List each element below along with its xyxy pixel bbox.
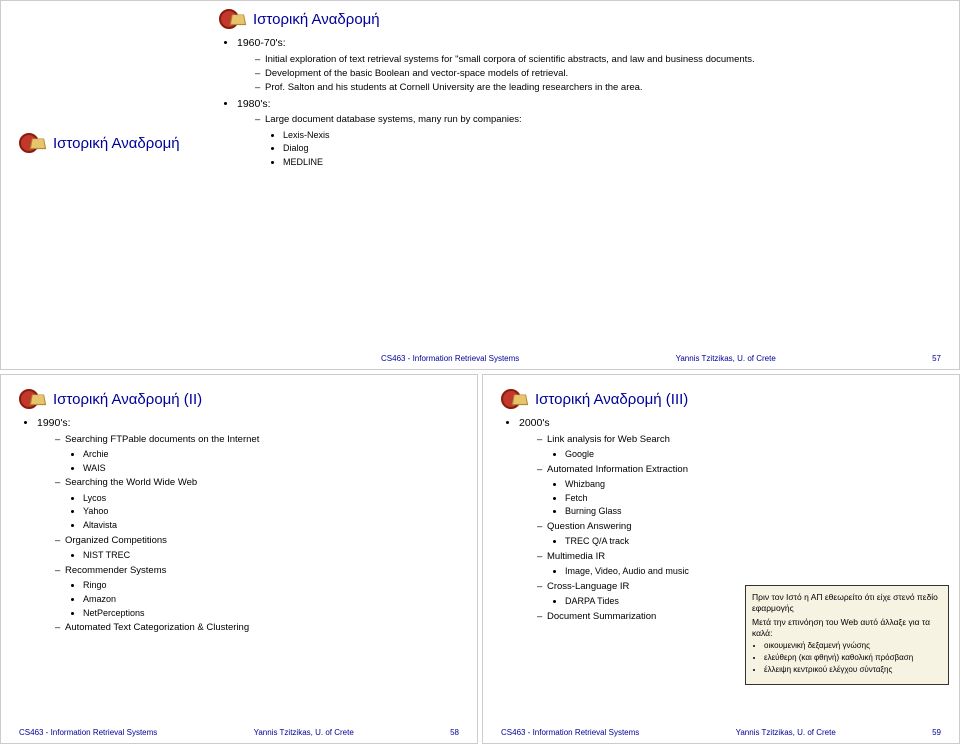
list-item: Prof. Salton and his students at Cornell… xyxy=(255,82,941,94)
slide-title-text: Ιστορική Αναδρομή (III) xyxy=(535,391,688,408)
list-item: Initial exploration of text retrieval sy… xyxy=(255,54,941,66)
list-item: Lexis-Nexis xyxy=(283,130,941,142)
page-number: 57 xyxy=(932,354,941,363)
book-icon xyxy=(19,387,45,411)
list-item: Altavista xyxy=(83,520,459,532)
list-item: Searching FTPable documents on the Inter… xyxy=(55,434,459,475)
callout-box: Πριν τον Ιστό η ΑΠ εθεωρείτο ότι είχε στ… xyxy=(745,585,949,685)
list-item: Lycos xyxy=(83,493,459,505)
list-item: Automated Text Categorization & Clusteri… xyxy=(55,622,459,634)
book-icon xyxy=(219,7,245,31)
list-item: MEDLINE xyxy=(283,157,941,169)
footer-left: CS463 - Information Retrieval Systems xyxy=(381,354,519,363)
list-item: Development of the basic Boolean and vec… xyxy=(255,68,941,80)
list-item: Automated Information Extraction Whizban… xyxy=(537,464,941,518)
list-item: Large document database systems, many ru… xyxy=(255,114,941,168)
list-item: Dialog xyxy=(283,143,941,155)
slide-footer: CS463 - Information Retrieval Systems Ya… xyxy=(381,354,941,363)
slide-footer: CS463 - Information Retrieval Systems Ya… xyxy=(19,728,459,737)
slide-title: Ιστορική Αναδρομή (II) xyxy=(19,387,459,411)
list-item: Image, Video, Audio and music xyxy=(565,566,941,578)
page-number: 59 xyxy=(932,728,941,737)
heading-1980: 1980's: Large document database systems,… xyxy=(237,98,941,169)
callout-item: οικουμενική δεξαμενή γνώσης xyxy=(764,641,942,651)
list-item: Archie xyxy=(83,449,459,461)
list-item: Fetch xyxy=(565,493,941,505)
slide-title: Ιστορική Αναδρομή (III) xyxy=(501,387,941,411)
list-item: Google xyxy=(565,449,941,461)
list-item: Organized Competitions NIST TREC xyxy=(55,535,459,562)
heading-1990: 1990's: Searching FTPable documents on t… xyxy=(37,417,459,635)
heading-1960: 1960-70's: Initial exploration of text r… xyxy=(237,37,941,95)
list-item: Yahoo xyxy=(83,506,459,518)
footer-left: CS463 - Information Retrieval Systems xyxy=(19,728,157,737)
list-item: Whizbang xyxy=(565,479,941,491)
list-item: NIST TREC xyxy=(83,550,459,562)
list-item: Question Answering TREC Q/A track xyxy=(537,521,941,548)
callout-item: έλλειψη κεντρικού ελέγχου σύνταξης xyxy=(764,665,942,675)
footer-center: Yannis Tzitzikas, U. of Crete xyxy=(254,728,354,737)
footer-left: CS463 - Information Retrieval Systems xyxy=(501,728,639,737)
footer-center: Yannis Tzitzikas, U. of Crete xyxy=(736,728,836,737)
list-item: WAIS xyxy=(83,463,459,475)
book-icon xyxy=(19,131,45,155)
slide-footer: CS463 - Information Retrieval Systems Ya… xyxy=(501,728,941,737)
callout-p1: Πριν τον Ιστό η ΑΠ εθεωρείτο ότι είχε στ… xyxy=(752,592,942,613)
list-item: Multimedia IR Image, Video, Audio and mu… xyxy=(537,551,941,578)
list-item: Amazon xyxy=(83,594,459,606)
list-item: Recommender Systems Ringo Amazon NetPerc… xyxy=(55,565,459,619)
list-item: Burning Glass xyxy=(565,506,941,518)
footer-center: Yannis Tzitzikas, U. of Crete xyxy=(676,354,776,363)
slide-title-text: Ιστορική Αναδρομή xyxy=(253,11,380,28)
list-item: NetPerceptions xyxy=(83,608,459,620)
slide-title-text: Ιστορική Αναδρομή (II) xyxy=(53,391,202,408)
list-item: Ringo xyxy=(83,580,459,592)
left-title: Ιστορική Αναδρομή xyxy=(19,131,180,155)
slide-2: Ιστορική Αναδρομή (II) 1990's: Searching… xyxy=(0,374,478,744)
callout-item: ελεύθερη (και φθηνή) καθολική πρόσβαση xyxy=(764,653,942,663)
slide-3: Ιστορική Αναδρομή (III) 2000's Link anal… xyxy=(482,374,960,744)
book-icon xyxy=(501,387,527,411)
left-title-text: Ιστορική Αναδρομή xyxy=(53,135,180,152)
list-item: Searching the World Wide Web Lycos Yahoo… xyxy=(55,477,459,531)
callout-p2: Μετά την επινόηση του Web αυτό άλλαξε γι… xyxy=(752,617,942,638)
list-item: Link analysis for Web Search Google xyxy=(537,434,941,461)
page-number: 58 xyxy=(450,728,459,737)
slide-title: Ιστορική Αναδρομή xyxy=(219,7,941,31)
list-item: TREC Q/A track xyxy=(565,536,941,548)
